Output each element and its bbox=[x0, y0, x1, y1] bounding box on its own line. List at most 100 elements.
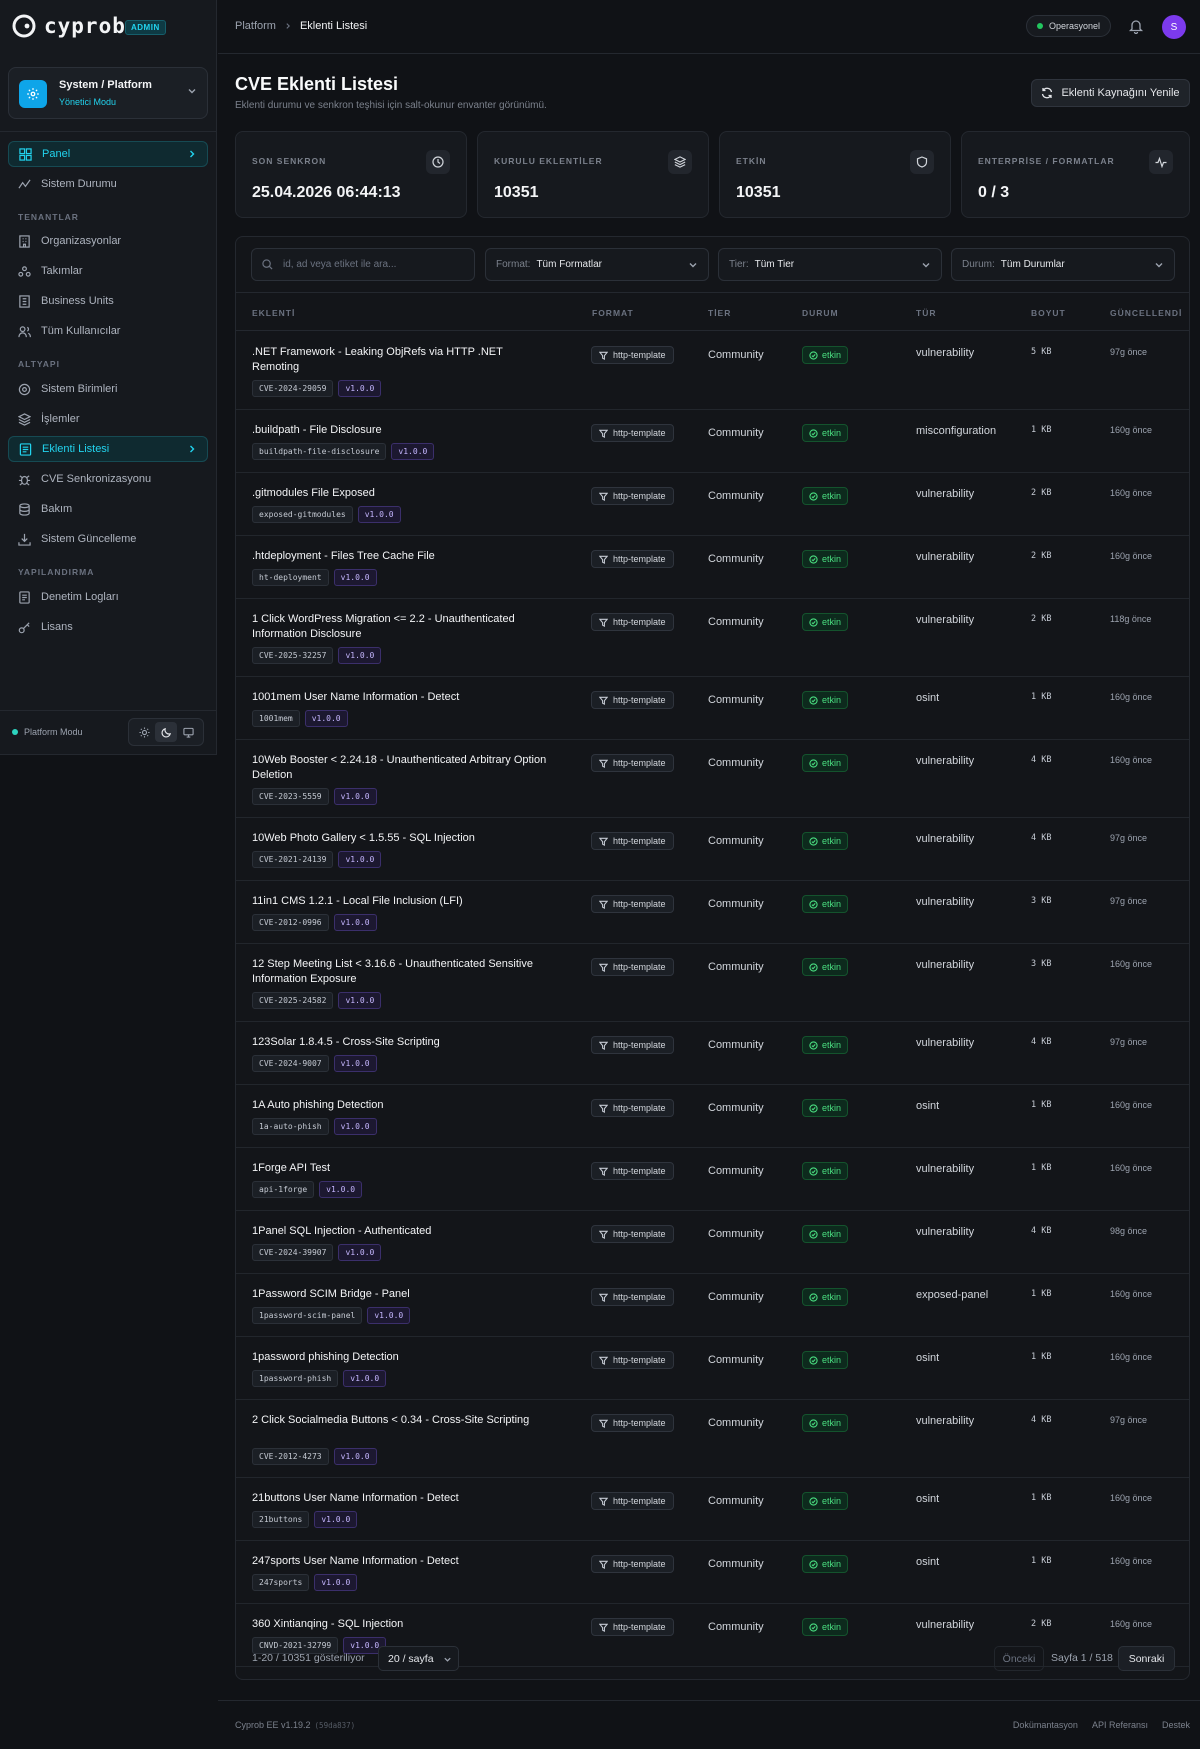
sidebar-item-tum-kullanicilar[interactable]: Tüm Kullanıcılar bbox=[8, 318, 208, 344]
plugin-name[interactable]: 10Web Booster < 2.24.18 - Unauthenticate… bbox=[252, 753, 552, 783]
sidebar-item-takimlar[interactable]: Takımlar bbox=[8, 258, 208, 284]
table-row[interactable]: 12 Step Meeting List < 3.16.6 - Unauthen… bbox=[236, 944, 1189, 1022]
plugin-name[interactable]: .NET Framework - Leaking ObjRefs via HTT… bbox=[252, 345, 552, 375]
check-circle-icon bbox=[809, 1103, 818, 1113]
table-row[interactable]: 21buttons User Name Information - Detect… bbox=[236, 1478, 1189, 1541]
sidebar-item-organizasyonlar[interactable]: Organizasyonlar bbox=[8, 228, 208, 254]
check-circle-icon bbox=[809, 1355, 818, 1365]
plugin-name[interactable]: 12 Step Meeting List < 3.16.6 - Unauthen… bbox=[252, 957, 552, 987]
table-row[interactable]: .gitmodules File Exposed exposed-gitmodul… bbox=[236, 473, 1189, 536]
sun-icon[interactable] bbox=[133, 722, 155, 742]
plugin-name[interactable]: 1Panel SQL Injection - Authenticated bbox=[252, 1224, 552, 1239]
plugin-name[interactable]: .buildpath - File Disclosure bbox=[252, 423, 552, 438]
search-input[interactable]: id, ad veya etiket ile ara... bbox=[251, 248, 475, 281]
table-row[interactable]: 1A Auto phishing Detection 1a-auto-phish v… bbox=[236, 1085, 1189, 1148]
updated-value: 160g önce bbox=[1110, 551, 1153, 561]
plugin-name[interactable]: 1A Auto phishing Detection bbox=[252, 1098, 552, 1113]
sidebar-item-sistem-guncelleme[interactable]: Sistem Güncelleme bbox=[8, 526, 208, 552]
column-header[interactable]: FORMAT bbox=[592, 308, 634, 318]
plugin-name[interactable]: 21buttons User Name Information - Detect bbox=[252, 1491, 552, 1506]
sidebar-item-label: İşlemler bbox=[41, 413, 80, 425]
system-status-badge[interactable]: Operasyonel bbox=[1026, 15, 1112, 37]
pagination: 1-20 / 10351 gösteriliyor 20 / sayfa Önc… bbox=[236, 1637, 1189, 1679]
next-page-button[interactable]: Sonraki bbox=[1118, 1646, 1175, 1671]
chevron-down-icon bbox=[922, 263, 930, 268]
table-row[interactable]: .NET Framework - Leaking ObjRefs via HTT… bbox=[236, 332, 1189, 410]
context-switcher[interactable]: System / Platform Yönetici Modu bbox=[8, 67, 208, 119]
table-row[interactable]: 10Web Booster < 2.24.18 - Unauthenticate… bbox=[236, 740, 1189, 818]
plugin-name[interactable]: 2 Click Socialmedia Buttons < 0.34 - Cro… bbox=[252, 1413, 552, 1428]
refresh-source-button[interactable]: Eklenti Kaynağını Yenile bbox=[1031, 79, 1190, 107]
sidebar-item-business-units[interactable]: Business Units bbox=[8, 288, 208, 314]
table-row[interactable]: 10Web Photo Gallery < 1.5.55 - SQL Injec… bbox=[236, 818, 1189, 881]
plugin-tags: 1password-scim-panel v1.0.0 bbox=[252, 1307, 411, 1324]
plugin-name[interactable]: 123Solar 1.8.4.5 - Cross-Site Scripting bbox=[252, 1035, 552, 1050]
table-row[interactable]: .buildpath - File Disclosure buildpath-fi… bbox=[236, 410, 1189, 473]
monitor-icon[interactable] bbox=[177, 722, 199, 742]
table-row[interactable]: .htdeployment - Files Tree Cache File ht-… bbox=[236, 536, 1189, 599]
table-row[interactable]: 247sports User Name Information - Detect… bbox=[236, 1541, 1189, 1604]
plugin-name[interactable]: 11in1 CMS 1.2.1 - Local File Inclusion (… bbox=[252, 894, 552, 909]
sidebar-item-lisans[interactable]: Lisans bbox=[8, 614, 208, 640]
tier-value: Community bbox=[708, 1495, 764, 1507]
format-filter-select[interactable]: Format: Tüm Formatlar bbox=[485, 248, 709, 281]
status-filter-select[interactable]: Durum: Tüm Durumlar bbox=[951, 248, 1175, 281]
sidebar-item-sistem-birimleri[interactable]: Sistem Birimleri bbox=[8, 376, 208, 402]
format-label: http-template bbox=[613, 1040, 666, 1050]
sidebar-item-cve-senkronizasyonu[interactable]: CVE Senkronizasyonu bbox=[8, 466, 208, 492]
size-value: 4 KB bbox=[1031, 833, 1052, 843]
plugin-name[interactable]: 10Web Photo Gallery < 1.5.55 - SQL Injec… bbox=[252, 831, 552, 846]
table-row[interactable]: 1 Click WordPress Migration <= 2.2 - Una… bbox=[236, 599, 1189, 677]
breadcrumb-root[interactable]: Platform bbox=[235, 20, 276, 32]
filter-label: Tier: bbox=[729, 259, 749, 270]
tier-value: Community bbox=[708, 616, 764, 628]
plugin-name[interactable]: 1001mem User Name Information - Detect bbox=[252, 690, 552, 705]
updated-value: 97g önce bbox=[1110, 833, 1148, 843]
avatar[interactable]: S bbox=[1162, 15, 1186, 39]
per-page-select[interactable]: 20 / sayfa bbox=[378, 1646, 459, 1671]
filter-label: Format: bbox=[496, 259, 531, 270]
footer-link-api[interactable]: API Referansı bbox=[1092, 1720, 1148, 1730]
size-value: 2 KB bbox=[1031, 488, 1052, 498]
column-header[interactable]: DURUM bbox=[802, 308, 839, 318]
moon-icon[interactable] bbox=[155, 722, 177, 742]
stat-value: 10351 bbox=[736, 184, 781, 201]
sidebar-item-eklenti-listesi[interactable]: Eklenti Listesi bbox=[8, 436, 208, 462]
status-badge: etkin bbox=[802, 832, 849, 850]
logo[interactable]: cyprob bbox=[12, 14, 126, 38]
footer-link-docs[interactable]: Dokümantasyon bbox=[1013, 1720, 1078, 1730]
plugin-name[interactable]: 360 Xintianqing - SQL Injection bbox=[252, 1617, 552, 1632]
plugin-name[interactable]: .gitmodules File Exposed bbox=[252, 486, 552, 501]
column-header[interactable]: TİER bbox=[708, 308, 731, 318]
table-row[interactable]: 1Password SCIM Bridge - Panel 1password-s… bbox=[236, 1274, 1189, 1337]
plugin-name[interactable]: 1Password SCIM Bridge - Panel bbox=[252, 1287, 552, 1302]
column-header[interactable]: GÜNCELLENDİ bbox=[1110, 308, 1182, 318]
table-row[interactable]: 1001mem User Name Information - Detect 10… bbox=[236, 677, 1189, 740]
table-row[interactable]: 1Panel SQL Injection - Authenticated CVE-… bbox=[236, 1211, 1189, 1274]
sidebar-item-sistem-durumu[interactable]: Sistem Durumu bbox=[8, 171, 208, 197]
bell-icon[interactable] bbox=[1128, 18, 1144, 34]
context-subtitle: Yönetici Modu bbox=[59, 97, 117, 107]
sidebar-item-bakim[interactable]: Bakım bbox=[8, 496, 208, 522]
plugin-name[interactable]: 1password phishing Detection bbox=[252, 1350, 552, 1365]
plugin-name[interactable]: 1 Click WordPress Migration <= 2.2 - Una… bbox=[252, 612, 552, 642]
table-row[interactable]: 2 Click Socialmedia Buttons < 0.34 - Cro… bbox=[236, 1400, 1189, 1478]
tier-filter-select[interactable]: Tier: Tüm Tier bbox=[718, 248, 942, 281]
table-row[interactable]: 1password phishing Detection 1password-ph… bbox=[236, 1337, 1189, 1400]
table-row[interactable]: 123Solar 1.8.4.5 - Cross-Site Scripting C… bbox=[236, 1022, 1189, 1085]
plugin-name[interactable]: .htdeployment - Files Tree Cache File bbox=[252, 549, 552, 564]
column-header[interactable]: TÜR bbox=[916, 308, 936, 318]
plugin-name[interactable]: 247sports User Name Information - Detect bbox=[252, 1554, 552, 1569]
sidebar-item-panel[interactable]: Panel bbox=[8, 141, 208, 167]
prev-page-button[interactable]: Önceki bbox=[994, 1646, 1044, 1671]
column-header[interactable]: EKLENTİ bbox=[252, 308, 295, 318]
sidebar-item-denetim-loglari[interactable]: Denetim Logları bbox=[8, 584, 208, 610]
footer-link-support[interactable]: Destek bbox=[1162, 1720, 1190, 1730]
table-row[interactable]: 11in1 CMS 1.2.1 - Local File Inclusion (… bbox=[236, 881, 1189, 944]
breadcrumb: Platform Eklenti Listesi bbox=[235, 20, 367, 32]
plugin-name[interactable]: 1Forge API Test bbox=[252, 1161, 552, 1176]
sidebar-item-islemler[interactable]: İşlemler bbox=[8, 406, 208, 432]
column-header[interactable]: BOYUT bbox=[1031, 308, 1066, 318]
table-row[interactable]: 1Forge API Test api-1forge v1.0.0 http-temp… bbox=[236, 1148, 1189, 1211]
stat-label: KURULU EKLENTİLER bbox=[494, 156, 603, 166]
